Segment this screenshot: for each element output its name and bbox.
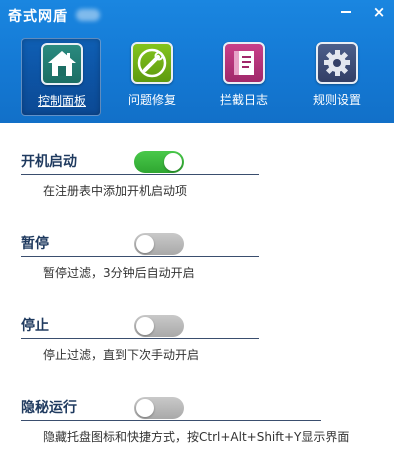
setting-stealth-title: 隐秘运行 [21,400,77,416]
close-button[interactable]: × [366,0,392,26]
toolbar: 控制面板 问题修复 拦截日志 规则设置 [0,34,394,120]
divider [21,174,259,175]
tab-control-panel-label: 控制面板 [37,94,86,108]
log-book-icon [223,42,265,84]
toggle-knob [136,235,154,253]
tab-block-log-label: 拦截日志 [219,93,268,107]
startup-toggle[interactable] [134,151,184,173]
tab-control-panel[interactable]: 控制面板 [21,38,101,116]
setting-pause-title: 暂停 [21,236,49,252]
gear-icon [316,42,358,84]
setting-stealth: 隐秘运行 隐藏托盘图标和快捷方式，按Ctrl+Alt+Shift+Y显示界面 [0,397,394,453]
stealth-toggle[interactable] [134,397,184,419]
setting-stop-title: 停止 [21,318,49,334]
stop-toggle[interactable] [134,315,184,337]
setting-pause-desc: 暂停过滤，3分钟后自动开启 [43,266,195,280]
setting-pause: 暂停 暂停过滤，3分钟后自动开启 [0,233,394,303]
setting-stop: 停止 停止过滤，直到下次手动开启 [0,315,394,385]
setting-startup: 开机启动 在注册表中添加开机启动项 [0,151,394,221]
tab-rule-settings[interactable]: 规则设置 [297,38,377,116]
setting-stealth-desc: 隐藏托盘图标和快捷方式，按Ctrl+Alt+Shift+Y显示界面 [43,430,350,444]
blurred-version-label [76,9,100,21]
divider [21,420,321,421]
setting-startup-title: 开机启动 [21,154,77,170]
header: 奇式网盾 × 控制面板 问题修复 拦截日志 规则设置 [0,0,394,123]
divider [21,338,259,339]
tab-rule-settings-label: 规则设置 [312,93,361,107]
settings-panel: 开机启动 在注册表中添加开机启动项 暂停 暂停过滤，3分钟后自动开启 停止 停止… [0,123,394,453]
close-icon: × [372,3,386,21]
title-bar: 奇式网盾 × [0,0,394,32]
minimize-button[interactable] [333,0,359,26]
setting-startup-desc: 在注册表中添加开机启动项 [43,184,188,198]
pause-toggle[interactable] [134,233,184,255]
toggle-knob [164,153,182,171]
minimize-icon [341,11,351,13]
tab-problem-fix[interactable]: 问题修复 [112,38,192,116]
tab-problem-fix-label: 问题修复 [127,93,176,107]
toggle-knob [136,399,154,417]
setting-stop-desc: 停止过滤，直到下次手动开启 [43,348,200,362]
app-title: 奇式网盾 [8,9,68,25]
app-window: 奇式网盾 × 控制面板 问题修复 拦截日志 规则设置 开机启动 在注册表中添加开… [0,0,394,453]
divider [21,256,259,257]
toggle-knob [136,317,154,335]
home-icon [41,43,83,85]
wrench-icon [131,42,173,84]
tab-block-log[interactable]: 拦截日志 [204,38,284,116]
